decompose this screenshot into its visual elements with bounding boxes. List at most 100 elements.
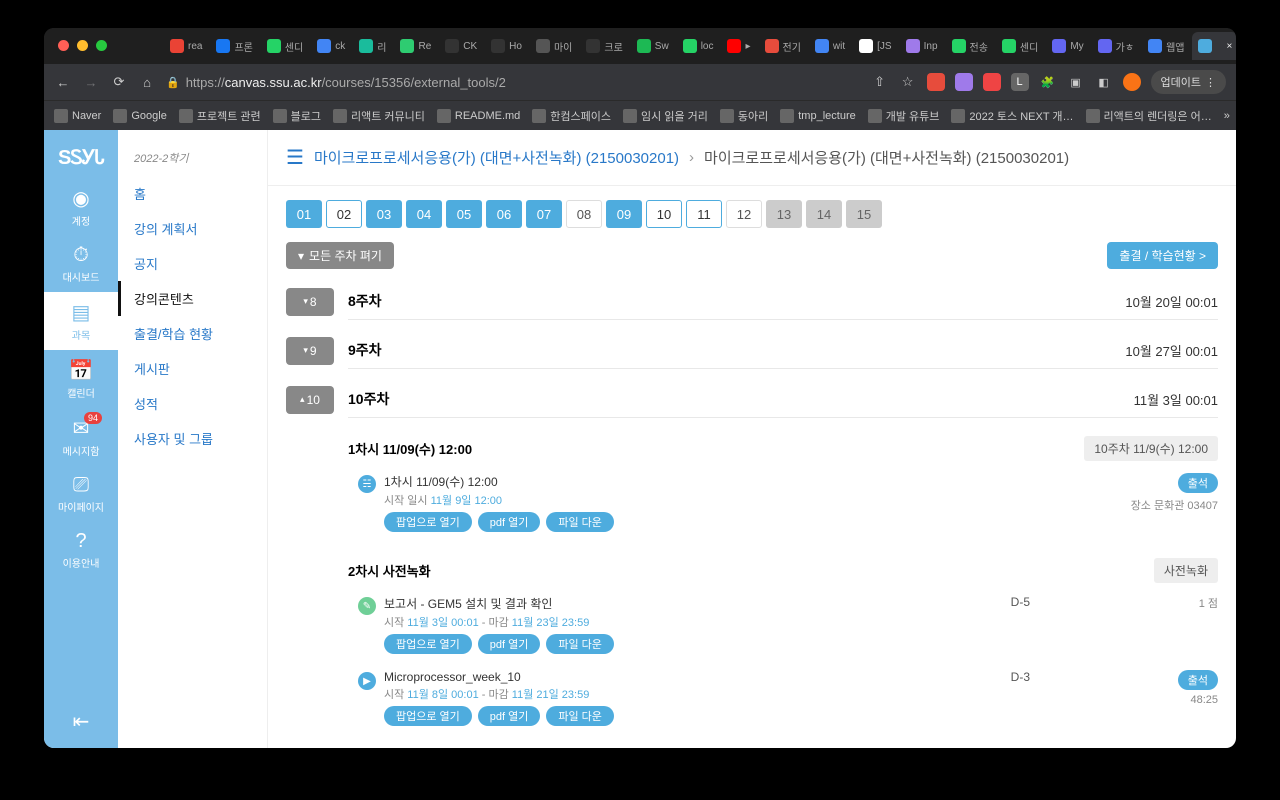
browser-tab[interactable]: 프론 (210, 32, 258, 60)
menu-item[interactable]: 게시판 (118, 351, 267, 386)
attendance-pill[interactable]: 출석 (1178, 473, 1218, 493)
bookmark-item[interactable]: 임시 읽을 거리 (623, 108, 708, 124)
item-title[interactable]: 보고서 - GEM5 설치 및 결과 확인 (384, 595, 1003, 612)
browser-tab[interactable]: 센디 (996, 32, 1044, 60)
week-tab[interactable]: 07 (526, 200, 562, 228)
browser-tab[interactable]: 웹앱 (1142, 32, 1190, 60)
download-button[interactable]: 파일 다운 (546, 706, 614, 726)
ext-icon[interactable]: L (1011, 73, 1029, 91)
puzzle-icon[interactable]: 🧩 (1039, 73, 1057, 91)
bookmark-item[interactable]: README.md (437, 109, 520, 123)
menu-item[interactable]: 출결/학습 현황 (118, 316, 267, 351)
week-tab[interactable]: 11 (686, 200, 722, 228)
browser-tab[interactable]: 전송 (946, 32, 994, 60)
nav-item-마이페이지[interactable]: ⎚마이페이지 (44, 466, 118, 522)
browser-tab[interactable]: 전기 (759, 32, 807, 60)
bookmark-item[interactable]: 블로그 (273, 108, 321, 124)
star-icon[interactable]: ☆ (899, 73, 917, 91)
share-icon[interactable]: ⇧ (871, 73, 889, 91)
browser-tab[interactable]: 리 (353, 32, 392, 60)
pdf-button[interactable]: pdf 열기 (478, 634, 541, 654)
browser-tab[interactable]: Inp (900, 32, 944, 60)
browser-tab[interactable]: 가ㅎ (1092, 32, 1140, 60)
bookmark-item[interactable]: 개발 유튜브 (868, 108, 940, 124)
ext-icon[interactable]: ◧ (1095, 73, 1113, 91)
browser-tab[interactable]: Re (394, 32, 437, 60)
week-tab[interactable]: 13 (766, 200, 802, 228)
url-field[interactable]: 🔒 https://canvas.ssu.ac.kr/courses/15356… (166, 75, 861, 90)
ext-icon[interactable] (955, 73, 973, 91)
nav-item-메시지함[interactable]: ✉메시지함94 (44, 408, 118, 466)
ext-icon[interactable]: ▣ (1067, 73, 1085, 91)
bookmark-item[interactable]: Google (113, 109, 166, 123)
menu-item[interactable]: 홈 (118, 176, 267, 211)
attendance-button[interactable]: 출결 / 학습현황 > (1107, 242, 1218, 269)
browser-tab[interactable]: [JS (853, 32, 897, 60)
bookmark-item[interactable]: 2022 토스 NEXT 개… (951, 108, 1073, 124)
nav-item-대시보드[interactable]: ⏱대시보드 (44, 236, 118, 292)
week-tab[interactable]: 12 (726, 200, 762, 228)
week-tab[interactable]: 02 (326, 200, 362, 228)
week-tab[interactable]: 05 (446, 200, 482, 228)
profile-icon[interactable] (1123, 73, 1141, 91)
browser-tab[interactable]: ck (311, 32, 351, 60)
fold-all-button[interactable]: ▾모든 주차 펴기 (286, 242, 394, 269)
menu-item[interactable]: 성적 (118, 386, 267, 421)
download-button[interactable]: 파일 다운 (546, 512, 614, 532)
ext-icon[interactable] (927, 73, 945, 91)
week-tab[interactable]: 14 (806, 200, 842, 228)
nav-item-이용안내[interactable]: ?이용안내 (44, 522, 118, 578)
pdf-button[interactable]: pdf 열기 (478, 706, 541, 726)
item-title[interactable]: Microprocessor_week_10 (384, 670, 1003, 684)
update-button[interactable]: 업데이트 ⋮ (1151, 70, 1226, 94)
browser-tab[interactable]: rea (164, 32, 208, 60)
item-title[interactable]: 1차시 11/09(수) 12:00 (384, 473, 1090, 490)
browser-tab-active[interactable]: × (1192, 32, 1236, 60)
home-icon[interactable]: ⌂ (138, 73, 156, 91)
nav-item-계정[interactable]: ◉계정 (44, 178, 118, 236)
week-toggle[interactable]: ▴10 (286, 386, 334, 414)
week-tab[interactable]: 01 (286, 200, 322, 228)
download-button[interactable]: 파일 다운 (546, 634, 614, 654)
week-toggle[interactable]: ▾9 (286, 337, 334, 365)
logo[interactable]: SᏚᎩᏓ (56, 138, 106, 178)
browser-tab[interactable]: 크로 (580, 32, 628, 60)
week-tab[interactable]: 08 (566, 200, 602, 228)
reload-icon[interactable]: ⟳ (110, 73, 128, 91)
breadcrumb-link[interactable]: 마이크로프로세서응용(가) (대면+사전녹화) (2150030201) (314, 147, 679, 168)
bookmark-item[interactable]: 리액트 커뮤니티 (333, 108, 425, 124)
forward-icon[interactable]: → (82, 73, 100, 91)
week-tab[interactable]: 10 (646, 200, 682, 228)
nav-item-과목[interactable]: ▤과목 (44, 292, 118, 350)
browser-tab[interactable]: wit (809, 32, 851, 60)
menu-item[interactable]: 강의콘텐츠 (118, 281, 267, 316)
bookmark-item[interactable]: Naver (54, 109, 101, 123)
week-tab[interactable]: 15 (846, 200, 882, 228)
popup-button[interactable]: 팝업으로 열기 (384, 634, 472, 654)
week-tab[interactable]: 04 (406, 200, 442, 228)
browser-tab[interactable]: My (1046, 32, 1089, 60)
bookmark-item[interactable]: 동아리 (720, 108, 768, 124)
bookmark-item[interactable]: tmp_lecture (780, 109, 855, 123)
nav-item-캘린더[interactable]: 📅캘린더 (44, 350, 118, 408)
menu-item[interactable]: 강의 계획서 (118, 211, 267, 246)
bookmark-item[interactable]: 한컴스페이스 (532, 108, 611, 124)
week-toggle[interactable]: ▾8 (286, 288, 334, 316)
bookmarks-overflow-icon[interactable]: » (1224, 110, 1230, 122)
browser-tab[interactable]: 마이 (530, 32, 578, 60)
week-tab[interactable]: 09 (606, 200, 642, 228)
browser-tab[interactable]: 센디 (261, 32, 309, 60)
popup-button[interactable]: 팝업으로 열기 (384, 706, 472, 726)
browser-tab[interactable]: ▸ (721, 32, 756, 60)
browser-tab[interactable]: loc (677, 32, 720, 60)
browser-tab[interactable]: Sw (631, 32, 675, 60)
back-icon[interactable]: ← (54, 73, 72, 91)
traffic-lights[interactable] (58, 40, 107, 51)
ext-icon[interactable] (983, 73, 1001, 91)
week-tab[interactable]: 03 (366, 200, 402, 228)
collapse-icon[interactable]: ⇤ (73, 695, 90, 748)
popup-button[interactable]: 팝업으로 열기 (384, 512, 472, 532)
browser-tab[interactable]: CK (439, 32, 483, 60)
browser-tab[interactable]: Ho (485, 32, 528, 60)
week-tab[interactable]: 06 (486, 200, 522, 228)
